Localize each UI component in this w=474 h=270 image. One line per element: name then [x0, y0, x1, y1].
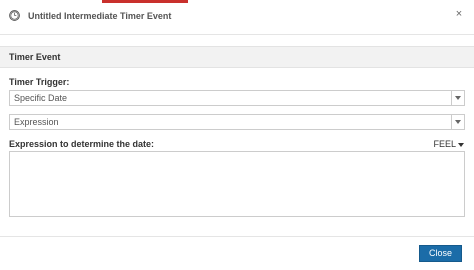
caret-down-icon	[458, 142, 464, 147]
language-label: FEEL	[433, 139, 456, 149]
timer-trigger-label: Timer Trigger:	[9, 77, 70, 87]
close-icon[interactable]: ×	[454, 9, 464, 20]
expression-textarea[interactable]	[9, 151, 465, 217]
chevron-down-icon[interactable]	[451, 91, 464, 105]
dialog-header: Untitled Intermediate Timer Event ×	[0, 0, 474, 32]
close-button[interactable]: Close	[419, 245, 462, 262]
mode-select[interactable]: Expression	[9, 114, 465, 130]
header-divider	[0, 34, 474, 35]
footer-divider	[0, 236, 474, 237]
timer-event-dialog: Untitled Intermediate Timer Event × Time…	[0, 0, 474, 270]
language-dropdown[interactable]: FEEL	[433, 139, 464, 149]
chevron-down-icon[interactable]	[451, 115, 464, 129]
mode-value: Expression	[14, 117, 59, 127]
section-title: Timer Event	[9, 52, 61, 62]
expression-label: Expression to determine the date:	[9, 139, 155, 149]
timer-event-icon	[9, 10, 20, 21]
timer-trigger-select[interactable]: Specific Date	[9, 90, 465, 106]
section-header: Timer Event	[0, 46, 474, 68]
dialog-title: Untitled Intermediate Timer Event	[28, 11, 172, 21]
timer-trigger-value: Specific Date	[14, 93, 68, 103]
